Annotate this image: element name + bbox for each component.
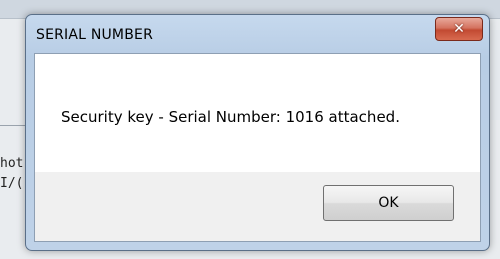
background-panel (489, 30, 500, 120)
dialog-body: Security key - Serial Number: 1016 attac… (34, 53, 481, 242)
close-icon: ✕ (453, 21, 465, 37)
dialog-title: SERIAL NUMBER (36, 27, 153, 43)
dialog-titlebar[interactable]: SERIAL NUMBER ✕ (26, 15, 489, 53)
dialog-message: Security key - Serial Number: 1016 attac… (61, 108, 400, 126)
background-text-line: I/( (0, 176, 24, 191)
background-text-line: hot (0, 156, 24, 171)
close-button[interactable]: ✕ (435, 17, 483, 41)
message-area: Security key - Serial Number: 1016 attac… (35, 54, 480, 172)
ok-button[interactable]: OK (323, 185, 454, 221)
serial-number-dialog: SERIAL NUMBER ✕ Security key - Serial Nu… (25, 14, 490, 251)
